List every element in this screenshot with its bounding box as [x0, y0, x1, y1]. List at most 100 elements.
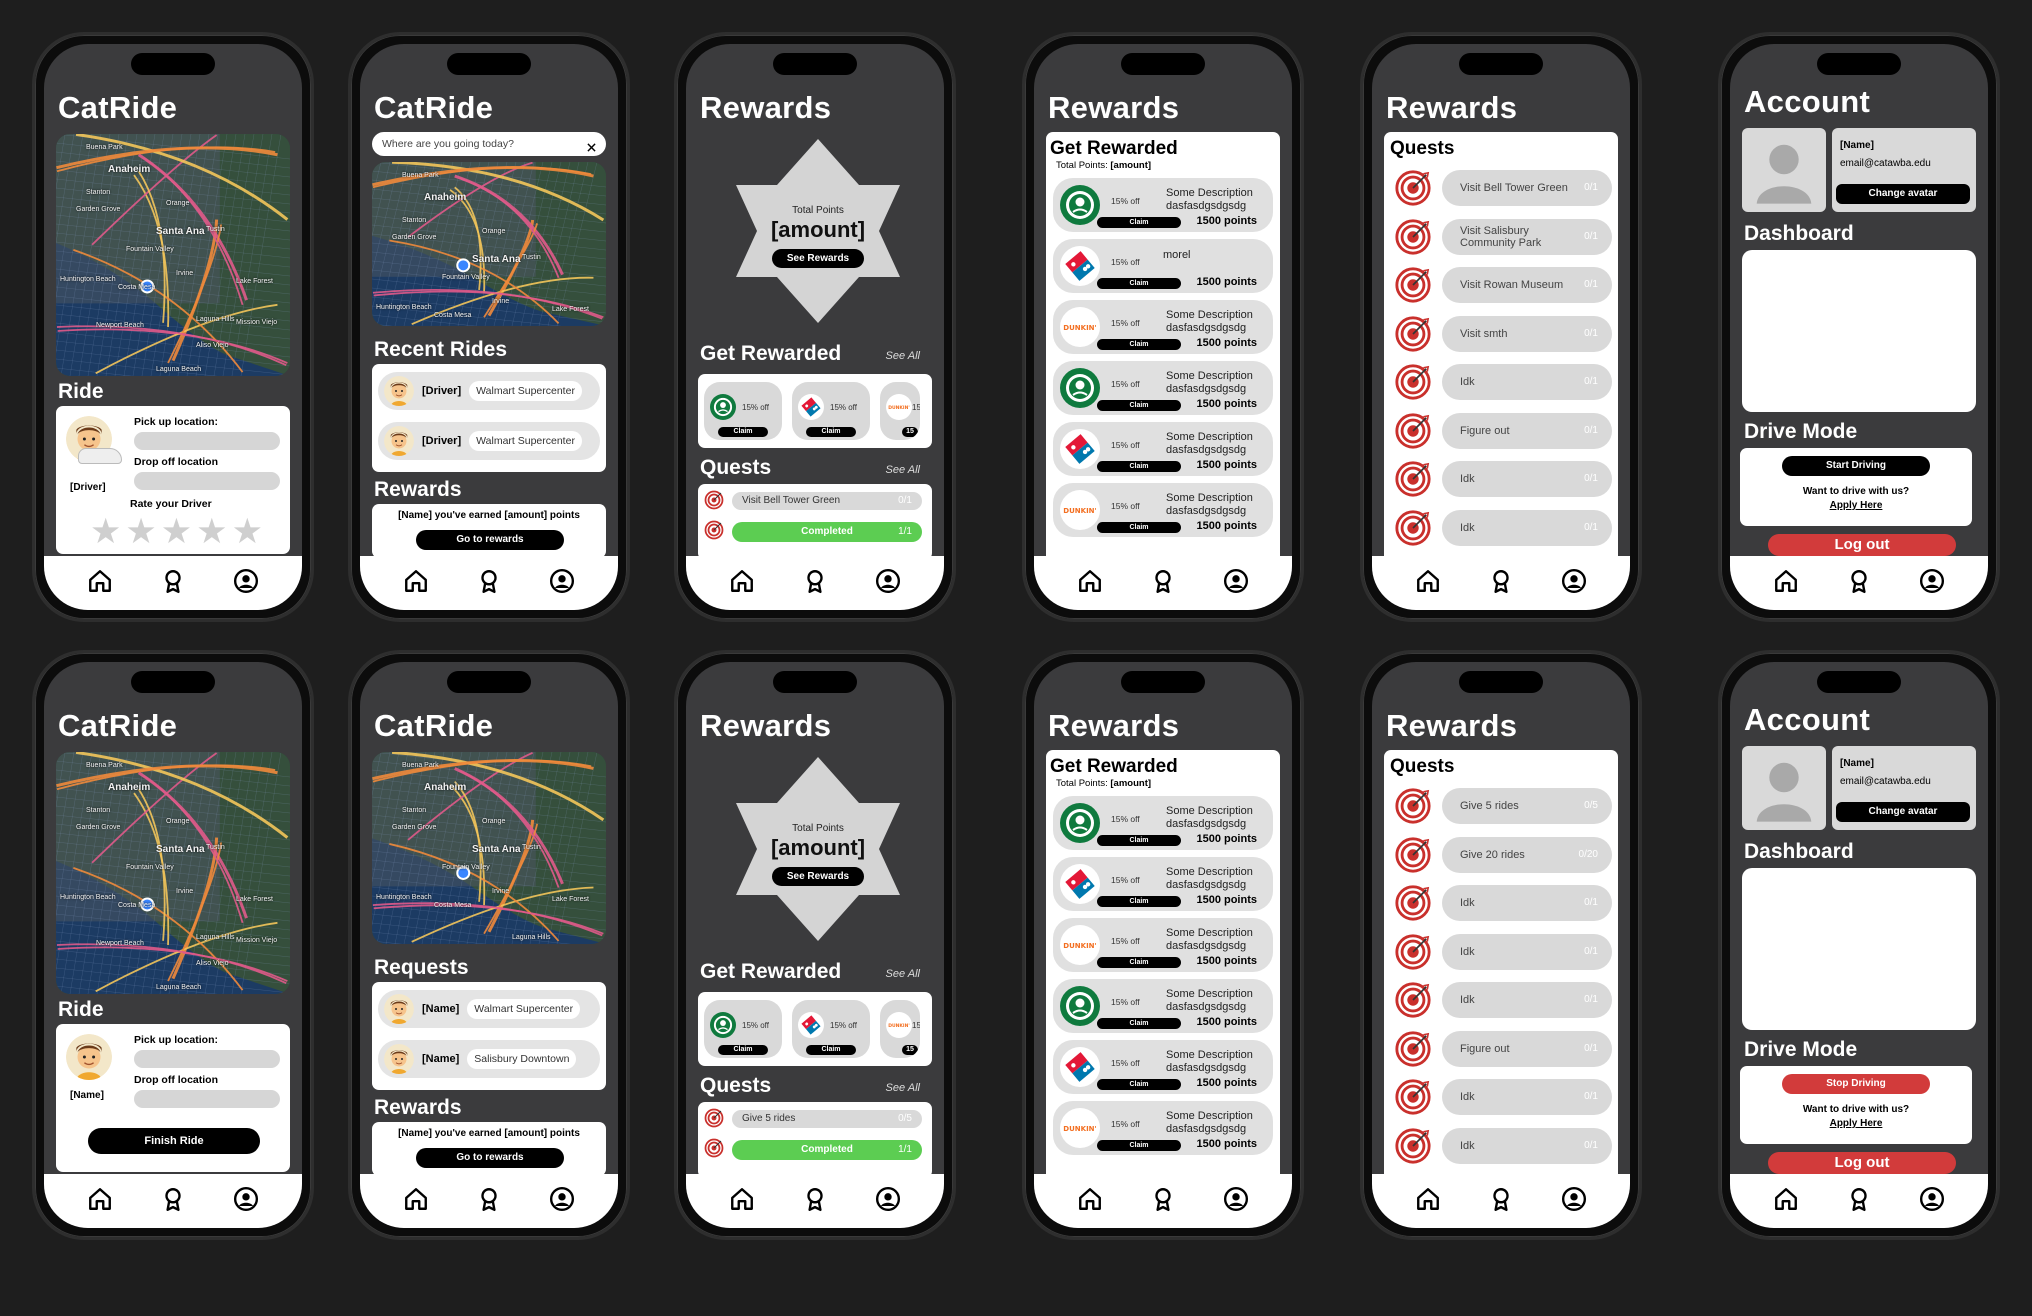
see-rewards-button[interactable]: See Rewards	[772, 249, 864, 268]
account-icon[interactable]	[1222, 567, 1250, 595]
quest-row[interactable]: Give 5 rides 0/5	[1390, 786, 1612, 826]
dropoff-input[interactable]	[134, 1090, 280, 1108]
home-icon[interactable]	[1414, 1185, 1442, 1213]
ride-row[interactable]: [Driver] Walmart Supercenter	[378, 372, 600, 410]
reward-tile[interactable]: 15% off Claim	[792, 1000, 870, 1058]
star-icon[interactable]: ★	[161, 514, 192, 549]
home-icon[interactable]	[86, 567, 114, 595]
account-icon[interactable]	[1918, 567, 1946, 595]
pickup-input[interactable]	[134, 432, 280, 450]
reward-tile[interactable]: 15% off Claim	[704, 382, 782, 440]
quest-row[interactable]: Idk 0/1	[1390, 1077, 1612, 1117]
reward-row[interactable]: 15% off Some Description dasfasdgsdgsdg 15…	[1053, 1040, 1273, 1094]
dropoff-input[interactable]	[134, 472, 280, 490]
see-all-link[interactable]: See All	[886, 464, 920, 476]
claim-button[interactable]: Claim	[1097, 896, 1181, 907]
quest-row[interactable]: Idk 0/1	[1390, 1126, 1612, 1166]
log-out-button[interactable]: Log out	[1768, 1152, 1956, 1174]
claim-button[interactable]: Claim	[1097, 217, 1181, 228]
quest-row[interactable]: Give 20 rides 0/20	[1390, 835, 1612, 875]
quest-row[interactable]: Idk 0/1	[1390, 980, 1612, 1020]
quest-pill[interactable]: Visit Salisbury Community Park 0/1	[1442, 218, 1612, 255]
quest-pill[interactable]: Figure out 0/1	[1442, 1030, 1612, 1067]
change-avatar-button[interactable]: Change avatar	[1836, 184, 1970, 204]
account-icon[interactable]	[874, 567, 902, 595]
account-icon[interactable]	[874, 1185, 902, 1213]
claim-button[interactable]: 15	[902, 427, 918, 437]
home-icon[interactable]	[1076, 1185, 1104, 1213]
start-driving-button[interactable]: Start Driving	[1782, 456, 1930, 476]
account-icon[interactable]	[1560, 1185, 1588, 1213]
home-icon[interactable]	[402, 1185, 430, 1213]
quest-pill[interactable]: Idk 0/1	[1442, 933, 1612, 970]
home-icon[interactable]	[728, 1185, 756, 1213]
account-icon[interactable]	[548, 1185, 576, 1213]
ride-row[interactable]: [Name] Walmart Supercenter	[378, 990, 600, 1028]
claim-button[interactable]: Claim	[718, 427, 768, 437]
quest-row[interactable]: Idk 0/1	[1390, 459, 1612, 499]
quest-pill[interactable]: Visit smth 0/1	[1442, 315, 1612, 352]
reward-row[interactable]: DUNKIN' 15% off Some Description dasfasdgs…	[1053, 918, 1273, 972]
quest-row[interactable]: Idk 0/1	[1390, 362, 1612, 402]
claim-button[interactable]: Claim	[1097, 522, 1181, 533]
ride-row[interactable]: [Driver] Walmart Supercenter	[378, 422, 600, 460]
claim-button[interactable]: Claim	[1097, 339, 1181, 350]
quest-pill[interactable]: Give 5 rides 0/5	[1442, 788, 1612, 824]
claim-button[interactable]: Claim	[1097, 461, 1181, 472]
star-icon[interactable]: ★	[125, 514, 156, 549]
search-bar[interactable]: Where are you going today?	[372, 132, 606, 156]
rewards-icon[interactable]	[1487, 1185, 1515, 1213]
account-icon[interactable]	[1222, 1185, 1250, 1213]
home-icon[interactable]	[1076, 567, 1104, 595]
stop-driving-button[interactable]: Stop Driving	[1782, 1074, 1930, 1094]
go-to-rewards-button[interactable]: Go to rewards	[416, 530, 564, 550]
quest-pill[interactable]: Idk 0/1	[1442, 982, 1612, 1018]
quest-row[interactable]: Visit Bell Tower Green 0/1	[1390, 168, 1612, 208]
account-icon[interactable]	[548, 567, 576, 595]
quest-pill[interactable]: Idk 0/1	[1442, 885, 1612, 921]
claim-button[interactable]: Claim	[1097, 957, 1181, 968]
quest-row[interactable]: Idk 0/1	[1390, 883, 1612, 923]
quest-pill[interactable]: Idk 0/1	[1442, 1079, 1612, 1115]
rewards-icon[interactable]	[1845, 1185, 1873, 1213]
reward-tile[interactable]: DUNKIN' 15 15	[880, 1000, 920, 1058]
quest-pill[interactable]: Figure out 0/1	[1442, 412, 1612, 449]
star-icon[interactable]: ★	[90, 514, 121, 549]
see-rewards-button[interactable]: See Rewards	[772, 867, 864, 886]
rewards-icon[interactable]	[801, 1185, 829, 1213]
go-to-rewards-button[interactable]: Go to rewards	[416, 1148, 564, 1168]
quest-row[interactable]: Visit Salisbury Community Park 0/1	[1390, 217, 1612, 257]
claim-button[interactable]: Claim	[1097, 1140, 1181, 1151]
ride-row[interactable]: [Name] Salisbury Downtown	[378, 1040, 600, 1078]
close-icon[interactable]	[587, 139, 596, 157]
reward-row[interactable]: 15% off morel 1500 points Claim	[1053, 239, 1273, 293]
claim-button[interactable]: Claim	[806, 427, 856, 437]
quest-pill[interactable]: Visit Rowan Museum 0/1	[1442, 267, 1612, 303]
rewards-icon[interactable]	[1149, 567, 1177, 595]
claim-button[interactable]: Claim	[1097, 1018, 1181, 1029]
see-all-link[interactable]: See All	[886, 1082, 920, 1094]
quest-row[interactable]: Visit smth 0/1	[1390, 314, 1612, 354]
quest-pill[interactable]: Give 20 rides 0/20	[1442, 836, 1612, 873]
account-icon[interactable]	[1918, 1185, 1946, 1213]
map-view[interactable]: Buena Park Anaheim Stanton Garden Grove Oran…	[372, 752, 606, 944]
claim-button[interactable]: Claim	[718, 1045, 768, 1055]
home-icon[interactable]	[86, 1185, 114, 1213]
rewards-icon[interactable]	[475, 567, 503, 595]
claim-button[interactable]: 15	[902, 1045, 918, 1055]
account-icon[interactable]	[232, 567, 260, 595]
map-view[interactable]: Buena Park Anaheim Stanton Garden Grove Oran…	[56, 752, 290, 994]
quest-pill[interactable]: Idk 0/1	[1442, 1127, 1612, 1164]
reward-row[interactable]: 15% off Some Description dasfasdgsdgsdg 15…	[1053, 857, 1273, 911]
home-icon[interactable]	[1772, 567, 1800, 595]
quest-row[interactable]: Figure out 0/1	[1390, 411, 1612, 451]
home-icon[interactable]	[402, 567, 430, 595]
quest-row[interactable]: Idk 0/1	[1390, 932, 1612, 972]
account-icon[interactable]	[232, 1185, 260, 1213]
rewards-icon[interactable]	[159, 1185, 187, 1213]
reward-row[interactable]: 15% off Some Description dasfasdgsdgsdg 15…	[1053, 178, 1273, 232]
quest-row[interactable]: Visit Rowan Museum 0/1	[1390, 265, 1612, 305]
reward-tile[interactable]: 15% off Claim	[704, 1000, 782, 1058]
quest-pill[interactable]: Idk 0/1	[1442, 509, 1612, 546]
log-out-button[interactable]: Log out	[1768, 534, 1956, 556]
